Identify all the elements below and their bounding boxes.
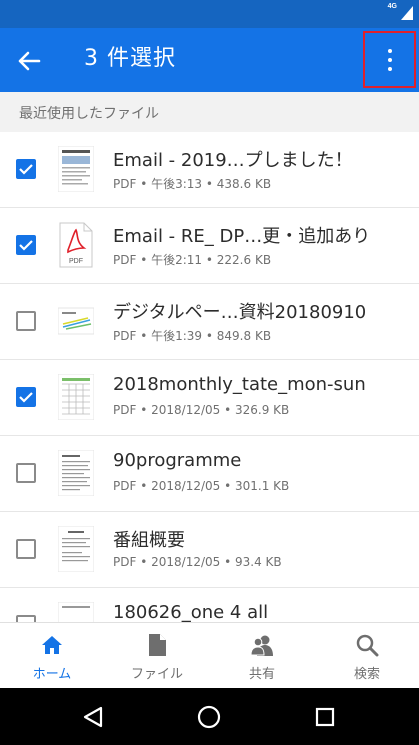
file-meta: PDF • 午後1:39 • 849.8 KB [113, 329, 272, 343]
nav-shared-label: 共有 [248, 667, 275, 682]
file-name: 90programme [113, 450, 242, 471]
file-name: Email - 2019…プしました！ [113, 150, 353, 171]
checkmark-icon [19, 164, 33, 175]
row-checkbox[interactable] [16, 311, 36, 331]
section-title: 最近使用したファイル [19, 106, 159, 122]
checkmark-icon [19, 240, 33, 251]
search-icon [356, 634, 379, 657]
row-checkbox[interactable] [16, 615, 36, 622]
nav-files-label: ファイル [130, 667, 183, 682]
recents-square-icon[interactable] [315, 707, 335, 727]
status-bar: 4G [0, 0, 419, 28]
bottom-navigation: ホーム ファイル 共有 検索 [0, 622, 419, 688]
file-icon [149, 634, 166, 656]
file-row[interactable]: 90programme PDF • 2018/12/05 • 301.1 KB [0, 436, 419, 512]
file-row[interactable]: 番組概要 PDF • 2018/12/05 • 93.4 KB [0, 512, 419, 588]
more-vert-icon [388, 49, 392, 53]
file-meta: PDF • 2018/12/05 • 301.1 KB [113, 479, 290, 493]
document-thumbnail-icon [58, 450, 94, 496]
people-icon [250, 635, 273, 656]
nav-files[interactable]: ファイル [105, 623, 209, 689]
back-arrow-icon[interactable] [14, 46, 44, 76]
file-name: 番組概要 [113, 530, 185, 551]
checkmark-icon [19, 392, 33, 403]
file-row[interactable]: 180626_one 4 all [0, 588, 419, 622]
nav-home[interactable]: ホーム [0, 623, 104, 689]
file-row[interactable]: デジタルペー…資料20180910 PDF • 午後1:39 • 849.8 K… [0, 284, 419, 360]
file-meta: PDF • 午後3:13 • 438.6 KB [113, 177, 272, 191]
home-icon [42, 636, 62, 654]
more-options-button[interactable] [363, 31, 416, 88]
document-thumbnail-icon [58, 146, 94, 192]
row-checkbox[interactable] [16, 235, 36, 255]
home-circle-icon[interactable] [197, 705, 221, 729]
file-meta: PDF • 2018/12/05 • 326.9 KB [113, 403, 290, 417]
section-header: 最近使用したファイル [0, 92, 419, 132]
file-meta: PDF • 2018/12/05 • 93.4 KB [113, 555, 282, 569]
row-checkbox[interactable] [16, 159, 36, 179]
network-type: 4G [387, 3, 397, 10]
file-row[interactable]: Email - 2019…プしました！ PDF • 午後3:13 • 438.6… [0, 132, 419, 208]
nav-home-label: ホーム [32, 667, 72, 682]
file-meta: PDF • 午後2:11 • 222.6 KB [113, 253, 272, 267]
system-navigation-bar [0, 688, 419, 745]
file-list: Email - 2019…プしました！ PDF • 午後3:13 • 438.6… [0, 132, 419, 622]
file-row[interactable]: PDF Email - RE_ DP…更・追加あり PDF • 午後2:11 •… [0, 208, 419, 284]
document-thumbnail-icon [58, 526, 94, 572]
nav-search-label: 検索 [353, 667, 380, 682]
nav-shared[interactable]: 共有 [210, 623, 314, 689]
svg-text:PDF: PDF [69, 258, 83, 265]
document-thumbnail-icon [58, 298, 94, 344]
file-name: デジタルペー…資料20180910 [113, 302, 367, 323]
selection-count-title: 3 件選択 [84, 46, 176, 71]
row-checkbox[interactable] [16, 463, 36, 483]
pdf-file-icon: PDF [58, 222, 94, 268]
file-name: 180626_one 4 all [113, 602, 269, 622]
file-name: Email - RE_ DP…更・追加あり [113, 226, 371, 247]
row-checkbox[interactable] [16, 539, 36, 559]
row-checkbox[interactable] [16, 387, 36, 407]
file-row[interactable]: 2018monthly_tate_mon-sun PDF • 2018/12/0… [0, 360, 419, 436]
back-triangle-icon[interactable] [82, 706, 104, 728]
document-thumbnail-icon [58, 602, 94, 622]
document-thumbnail-icon [58, 374, 94, 420]
file-name: 2018monthly_tate_mon-sun [113, 374, 366, 395]
app-bar: 3 件選択 [0, 28, 419, 92]
signal-icon [401, 6, 413, 20]
nav-search[interactable]: 検索 [315, 623, 419, 689]
